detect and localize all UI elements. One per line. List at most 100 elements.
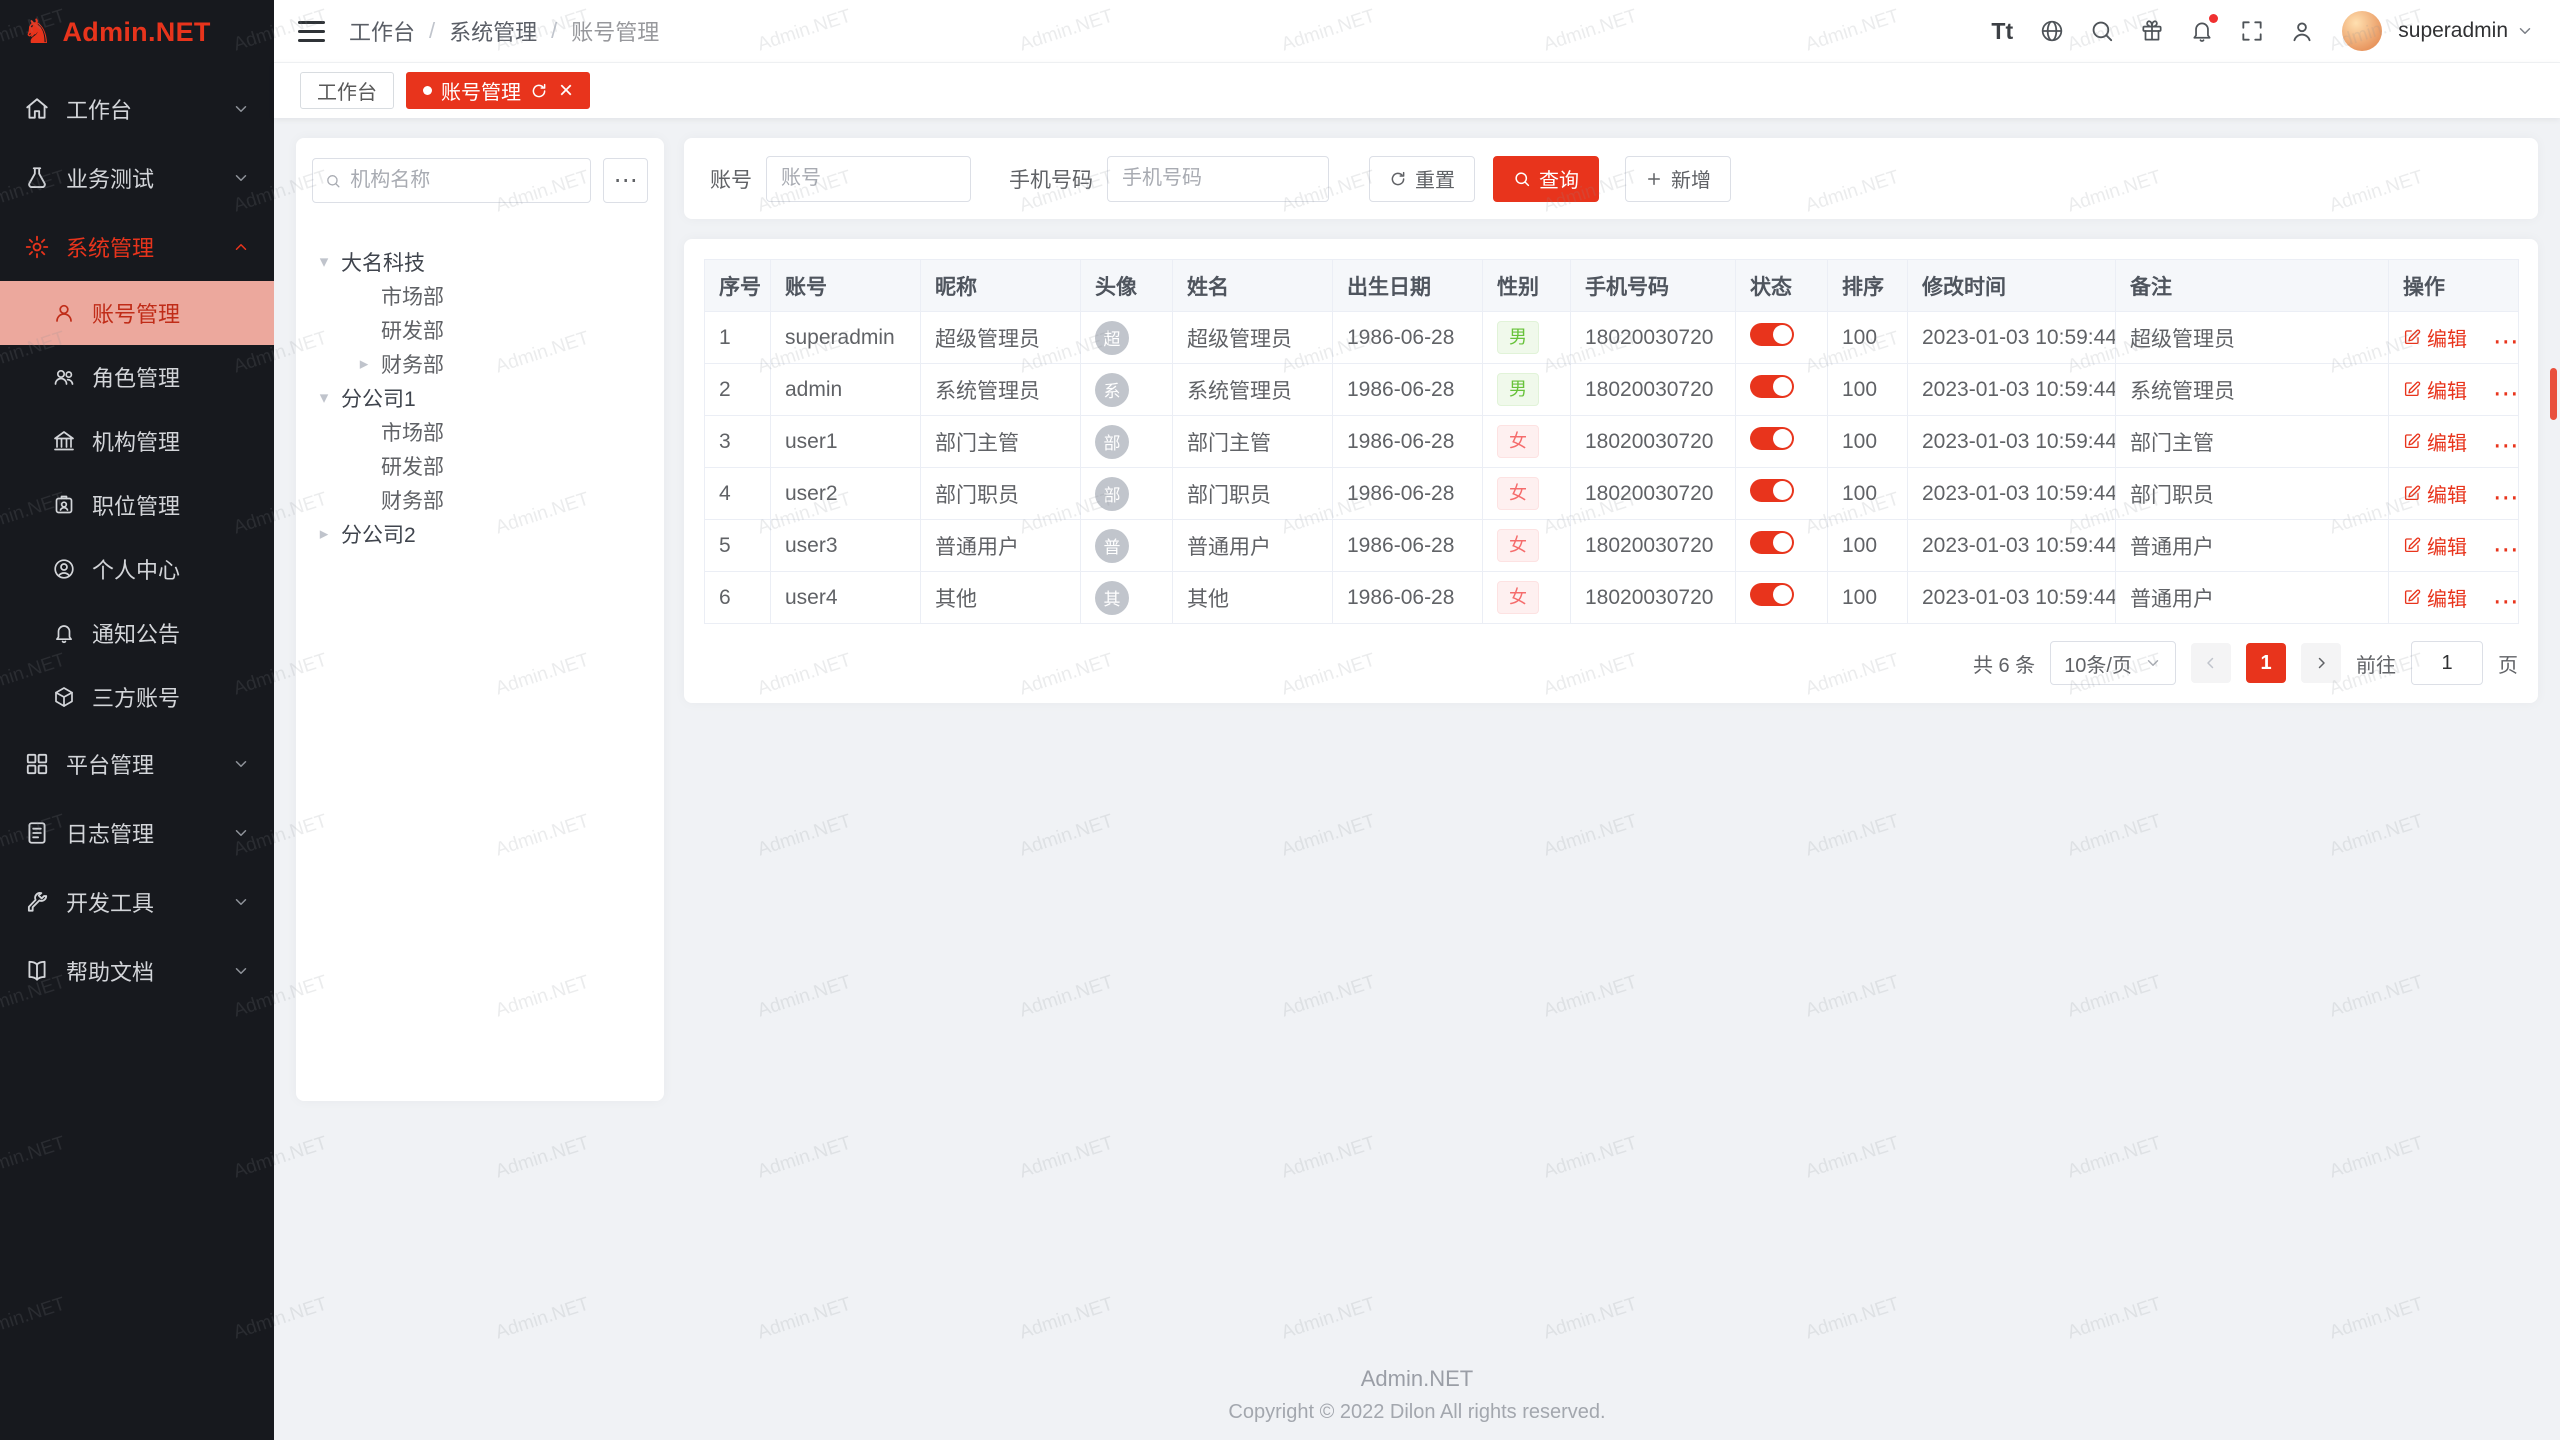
font-size-icon[interactable]: Tt [1980, 9, 2024, 53]
refresh-icon[interactable] [530, 82, 548, 100]
breadcrumb-separator: / [551, 18, 557, 44]
goto-page-input[interactable] [2411, 641, 2483, 685]
sidebar-item-accounts[interactable]: 账号管理 [0, 281, 274, 345]
edit-button[interactable]: 编辑 [2403, 531, 2467, 560]
more-actions-button[interactable]: ⋯ [2493, 586, 2519, 616]
status-toggle[interactable] [1750, 323, 1794, 346]
status-toggle[interactable] [1750, 479, 1794, 502]
current-page[interactable]: 1 [2246, 643, 2286, 683]
sidebar-item-orgs[interactable]: 机构管理 [0, 409, 274, 473]
sidebar-item-dev-tools[interactable]: 开发工具 [0, 867, 274, 936]
chevron-down-icon[interactable] [2516, 22, 2534, 40]
page-size-select[interactable]: 10条/页 [2050, 641, 2176, 685]
cell-avatar: 普 [1081, 520, 1173, 572]
cell-order: 100 [1828, 312, 1908, 364]
edit-button[interactable]: 编辑 [2403, 375, 2467, 404]
more-actions-button[interactable]: ⋯ [2493, 482, 2519, 512]
logo[interactable]: ♞ Admin.NET [0, 0, 274, 64]
tab-accounts[interactable]: 账号管理 × [406, 72, 590, 109]
prev-page-button[interactable] [2191, 643, 2231, 683]
tree-node[interactable]: 市场部 [312, 279, 648, 313]
sidebar-item-notices[interactable]: 通知公告 [0, 601, 274, 665]
breadcrumb-item[interactable]: 工作台 [349, 15, 415, 47]
caret-right-icon[interactable]: ▸ [354, 354, 374, 374]
wrench-icon [24, 889, 50, 915]
org-search-input[interactable] [350, 169, 578, 192]
sidebar-item-logs[interactable]: 日志管理 [0, 798, 274, 867]
cell-nickname: 部门职员 [921, 468, 1081, 520]
more-actions-button[interactable]: ⋯ [2493, 378, 2519, 408]
add-button[interactable]: 新增 [1625, 156, 1731, 202]
sidebar-item-label: 机构管理 [92, 425, 180, 457]
next-page-button[interactable] [2301, 643, 2341, 683]
edit-button[interactable]: 编辑 [2403, 323, 2467, 352]
breadcrumb-item[interactable]: 系统管理 [449, 15, 537, 47]
cell-nickname: 超级管理员 [921, 312, 1081, 364]
close-icon[interactable]: × [559, 79, 573, 103]
tree-node[interactable]: ▾大名科技 [312, 245, 648, 279]
sidebar-item-roles[interactable]: 角色管理 [0, 345, 274, 409]
caret-down-icon[interactable]: ▾ [314, 388, 334, 408]
more-actions-button[interactable]: ⋯ [2493, 430, 2519, 460]
status-toggle[interactable] [1750, 375, 1794, 398]
status-toggle[interactable] [1750, 427, 1794, 450]
toggle-knob [1773, 481, 1792, 500]
scrollbar-thumb[interactable] [2550, 368, 2557, 420]
user-avatar[interactable] [2342, 11, 2382, 51]
tree-node[interactable]: 研发部 [312, 449, 648, 483]
sidebar-item-business-test[interactable]: 业务测试 [0, 143, 274, 212]
edit-button[interactable]: 编辑 [2403, 427, 2467, 456]
tree-node[interactable]: ▸财务部 [312, 347, 648, 381]
sidebar-item-positions[interactable]: 职位管理 [0, 473, 274, 537]
gender-badge: 女 [1497, 581, 1539, 614]
fullscreen-icon[interactable] [2230, 9, 2274, 53]
account-icon[interactable] [2280, 9, 2324, 53]
tree-more-button[interactable]: ⋯ [603, 158, 648, 203]
caret-down-icon[interactable]: ▾ [314, 252, 334, 272]
phone-filter-input[interactable] [1107, 156, 1329, 202]
tree-node[interactable]: 财务部 [312, 483, 648, 517]
plus-icon [1645, 170, 1663, 188]
cell-status [1736, 312, 1828, 364]
grid-icon [24, 751, 50, 777]
cell-status [1736, 416, 1828, 468]
sidebar-item-label: 工作台 [66, 93, 132, 125]
tree-node[interactable]: 研发部 [312, 313, 648, 347]
collapse-menu-icon[interactable] [298, 21, 325, 42]
tree-node[interactable]: ▾分公司1 [312, 381, 648, 415]
status-toggle[interactable] [1750, 583, 1794, 606]
username[interactable]: superadmin [2398, 19, 2508, 43]
col-header: 操作 [2389, 260, 2519, 312]
cell-actions: 编辑 ⋯ [2389, 416, 2519, 468]
tab-workbench[interactable]: 工作台 [300, 72, 394, 109]
cell-name: 系统管理员 [1173, 364, 1333, 416]
reset-button[interactable]: 重置 [1369, 156, 1475, 202]
tree-node[interactable]: 市场部 [312, 415, 648, 449]
search-button[interactable]: 查询 [1493, 156, 1599, 202]
sidebar-item-workbench[interactable]: 工作台 [0, 74, 274, 143]
status-toggle[interactable] [1750, 531, 1794, 554]
org-tree-panel: ⋯ ▾大名科技 市场部 研发部 ▸财务部 ▾分公司1 市场部 研发部 财务部 ▸… [296, 138, 664, 1101]
more-actions-button[interactable]: ⋯ [2493, 326, 2519, 356]
more-actions-button[interactable]: ⋯ [2493, 534, 2519, 564]
total-count: 共 6 条 [1973, 649, 2035, 678]
tree-node[interactable]: ▸分公司2 [312, 517, 648, 551]
search-icon[interactable] [2080, 9, 2124, 53]
sidebar-item-platform[interactable]: 平台管理 [0, 729, 274, 798]
tab-bar: 工作台 账号管理 × [274, 62, 2560, 118]
cell-name: 超级管理员 [1173, 312, 1333, 364]
account-filter-input[interactable] [766, 156, 971, 202]
table-row: 1 superadmin 超级管理员 超 超级管理员 1986-06-28 男 … [705, 312, 2519, 364]
cell-phone: 18020030720 [1571, 416, 1736, 468]
notification-bell-icon[interactable] [2180, 9, 2224, 53]
sidebar-item-help-docs[interactable]: 帮助文档 [0, 936, 274, 1005]
theme-icon[interactable] [2130, 9, 2174, 53]
edit-button[interactable]: 编辑 [2403, 479, 2467, 508]
caret-right-icon[interactable]: ▸ [314, 524, 334, 544]
locale-icon[interactable] [2030, 9, 2074, 53]
sidebar-item-label: 平台管理 [66, 748, 154, 780]
edit-button[interactable]: 编辑 [2403, 583, 2467, 612]
sidebar-item-profile[interactable]: 个人中心 [0, 537, 274, 601]
sidebar-item-third-party[interactable]: 三方账号 [0, 665, 274, 729]
sidebar-item-system[interactable]: 系统管理 [0, 212, 274, 281]
